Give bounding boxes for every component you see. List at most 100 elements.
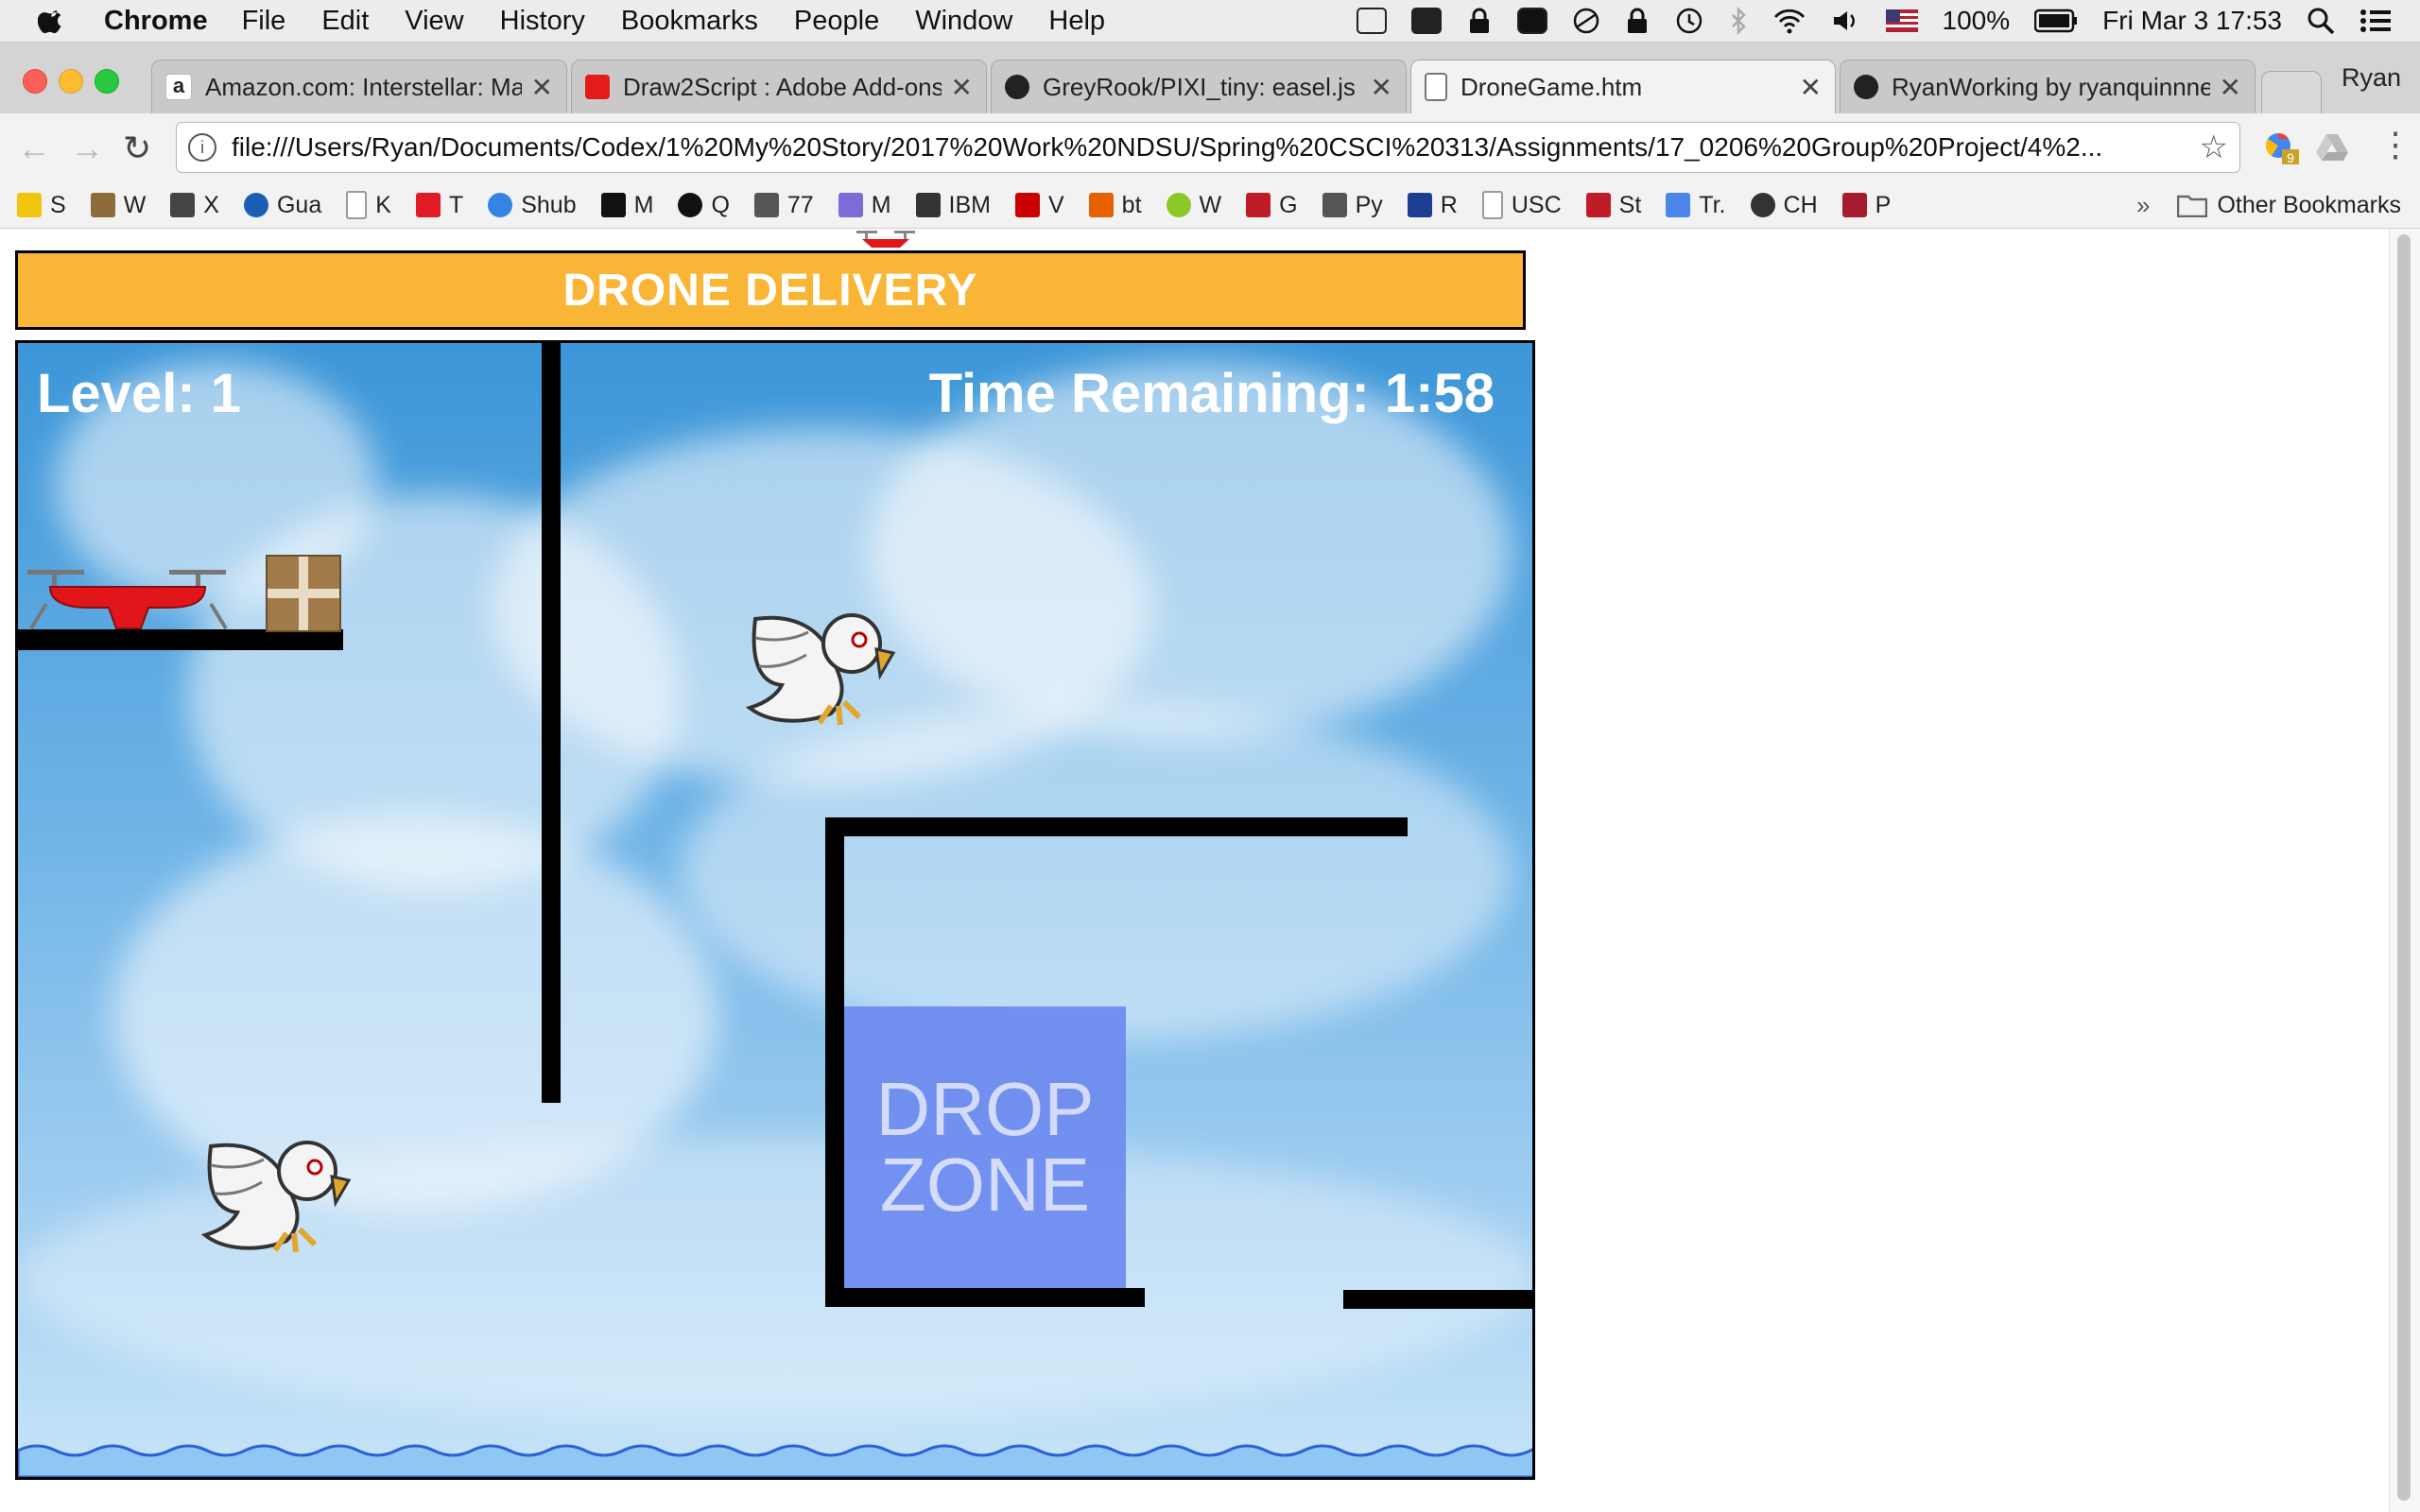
- drop-zone-label: DROP: [875, 1067, 1095, 1151]
- bookmarks-overflow-chevron-icon[interactable]: »: [2136, 191, 2150, 220]
- menu-bookmarks[interactable]: Bookmarks: [621, 6, 758, 37]
- apple-logo-icon[interactable]: [38, 7, 66, 35]
- drop-zone: DROP ZONE: [844, 1006, 1126, 1288]
- new-tab-button[interactable]: [2261, 71, 2322, 113]
- bookmark-item[interactable]: Gua: [243, 192, 321, 219]
- bookmark-item[interactable]: 77: [753, 192, 814, 219]
- bookmark-label: IBM: [948, 191, 991, 218]
- menu-window[interactable]: Window: [915, 6, 1012, 37]
- bookmark-item[interactable]: IBM: [915, 191, 991, 219]
- screen-share-icon[interactable]: [1356, 8, 1387, 34]
- us-flag-icon[interactable]: [1885, 9, 1918, 32]
- window-zoom-button[interactable]: [95, 69, 119, 94]
- other-bookmarks-folder[interactable]: Other Bookmarks: [2177, 182, 2401, 228]
- bookmark-item[interactable]: bt: [1088, 191, 1142, 219]
- bookmark-item[interactable]: CH: [1750, 192, 1818, 219]
- tab-close-icon[interactable]: ✕: [951, 72, 973, 103]
- window-close-button[interactable]: [23, 69, 47, 94]
- battery-icon[interactable]: [2034, 9, 2078, 33]
- bookmark-item[interactable]: M: [838, 192, 891, 219]
- notification-center-icon[interactable]: [2360, 9, 2392, 33]
- status-area: 100% Fri Mar 3 17:53: [1356, 0, 2392, 42]
- bookmark-favicon: [1246, 193, 1271, 217]
- menu-people[interactable]: People: [794, 6, 879, 37]
- package-box[interactable]: [266, 555, 341, 632]
- tab-close-icon[interactable]: ✕: [1800, 72, 1822, 103]
- volume-icon[interactable]: [1831, 7, 1861, 35]
- back-arrow-icon[interactable]: ←: [17, 129, 51, 168]
- bookmark-label: T: [448, 191, 464, 218]
- bluetooth-icon[interactable]: [1729, 7, 1748, 35]
- tab-github-pixi[interactable]: GreyRook/PIXI_tiny: easel.js g ✕: [991, 60, 1407, 113]
- tab-draw2script[interactable]: Draw2Script : Adobe Add-ons ✕: [571, 60, 987, 113]
- bookmark-item[interactable]: S: [17, 192, 66, 219]
- clock[interactable]: Fri Mar 3 17:53: [2102, 6, 2282, 36]
- extension-google-icon[interactable]: 9: [2263, 130, 2301, 166]
- window-minimize-button[interactable]: [59, 69, 83, 94]
- bookmark-favicon: [1014, 193, 1040, 217]
- bookmark-favicon: [1166, 193, 1191, 217]
- bookmark-star-icon[interactable]: ☆: [2200, 129, 2228, 166]
- spotlight-search-icon[interactable]: [2307, 7, 2335, 35]
- bookmark-favicon: [488, 193, 513, 217]
- bookmark-item[interactable]: Py: [1322, 192, 1383, 219]
- menu-help[interactable]: Help: [1048, 6, 1105, 37]
- bookmark-item[interactable]: St: [1585, 192, 1641, 219]
- bookmark-item[interactable]: T: [415, 191, 464, 219]
- bookmark-label: bt: [1121, 191, 1142, 218]
- menu-edit[interactable]: Edit: [321, 6, 369, 37]
- bookmark-item[interactable]: X: [170, 192, 219, 219]
- bookmark-item[interactable]: G: [1246, 192, 1298, 219]
- wifi-icon[interactable]: [1772, 7, 1806, 35]
- player-drone[interactable]: [26, 566, 233, 634]
- bookmark-item[interactable]: V: [1014, 192, 1064, 219]
- reload-icon[interactable]: ↻: [123, 129, 151, 168]
- terminal-icon[interactable]: [1410, 8, 1442, 34]
- wall-ledge: [1343, 1290, 1532, 1309]
- info-icon[interactable]: i: [188, 133, 216, 162]
- time-machine-icon[interactable]: [1674, 7, 1704, 35]
- tab-amazon[interactable]: a Amazon.com: Interstellar: Mat ✕: [151, 60, 567, 113]
- lock-icon[interactable]: [1466, 7, 1493, 35]
- tab-title: Amazon.com: Interstellar: Mat: [205, 72, 522, 101]
- menu-view[interactable]: View: [405, 6, 463, 37]
- profile-button[interactable]: Ryan: [2342, 63, 2401, 93]
- bookmark-item[interactable]: W: [90, 192, 146, 219]
- bookmark-item[interactable]: M: [600, 192, 653, 219]
- tab-dronegame[interactable]: DroneGame.htm ✕: [1410, 60, 1836, 113]
- tab-close-icon[interactable]: ✕: [1371, 72, 1392, 103]
- google-drive-icon[interactable]: [2316, 132, 2348, 161]
- seagull-enemy-icon: [201, 1141, 352, 1253]
- bookmark-item[interactable]: R: [1407, 192, 1458, 219]
- bookmark-item[interactable]: USC: [1481, 191, 1562, 219]
- chrome-menu-icon[interactable]: ⋮: [2378, 125, 2412, 164]
- tab-close-icon[interactable]: ✕: [531, 72, 553, 103]
- scrollbar-thumb[interactable]: [2397, 234, 2411, 1501]
- app-name-menu[interactable]: Chrome: [104, 6, 208, 37]
- menu-file[interactable]: File: [242, 6, 286, 37]
- tab-ryanworking[interactable]: RyanWorking by ryanquinnnel ✕: [1840, 60, 2256, 113]
- sync-circle-icon[interactable]: [1572, 7, 1600, 35]
- bookmark-item[interactable]: P: [1841, 192, 1891, 219]
- address-url[interactable]: file:///Users/Ryan/Documents/Codex/1%20M…: [232, 132, 2200, 163]
- bookmark-label: Py: [1355, 191, 1383, 218]
- game-canvas[interactable]: Level: 1 Time Remaining: 1:58 DROP ZONE: [15, 340, 1535, 1480]
- bookmark-item[interactable]: Tr.: [1666, 192, 1726, 219]
- bookmark-item[interactable]: Shub: [488, 192, 577, 219]
- address-bar[interactable]: i file:///Users/Ryan/Documents/Codex/1%2…: [176, 122, 2240, 173]
- tab-title: GreyRook/PIXI_tiny: easel.js g: [1043, 72, 1361, 101]
- padlock-icon[interactable]: [1625, 7, 1650, 35]
- bookmark-item[interactable]: W: [1166, 192, 1221, 219]
- adobe-icon: [585, 75, 610, 99]
- bookmark-favicon: [1666, 193, 1691, 217]
- menu-history[interactable]: History: [500, 6, 585, 37]
- bookmark-favicon: [170, 193, 196, 217]
- tab-close-icon[interactable]: ✕: [2220, 72, 2241, 103]
- bookmark-item[interactable]: K: [346, 191, 391, 219]
- bookmark-favicon: [1088, 193, 1114, 217]
- page-scrollbar[interactable]: [2389, 229, 2420, 1512]
- forward-arrow-icon[interactable]: →: [70, 129, 104, 168]
- browser-toolbar: ← → ↻ i file:///Users/Ryan/Documents/Cod…: [0, 113, 2420, 182]
- app-status-icon[interactable]: [1516, 8, 1547, 34]
- bookmark-item[interactable]: Q: [678, 192, 730, 219]
